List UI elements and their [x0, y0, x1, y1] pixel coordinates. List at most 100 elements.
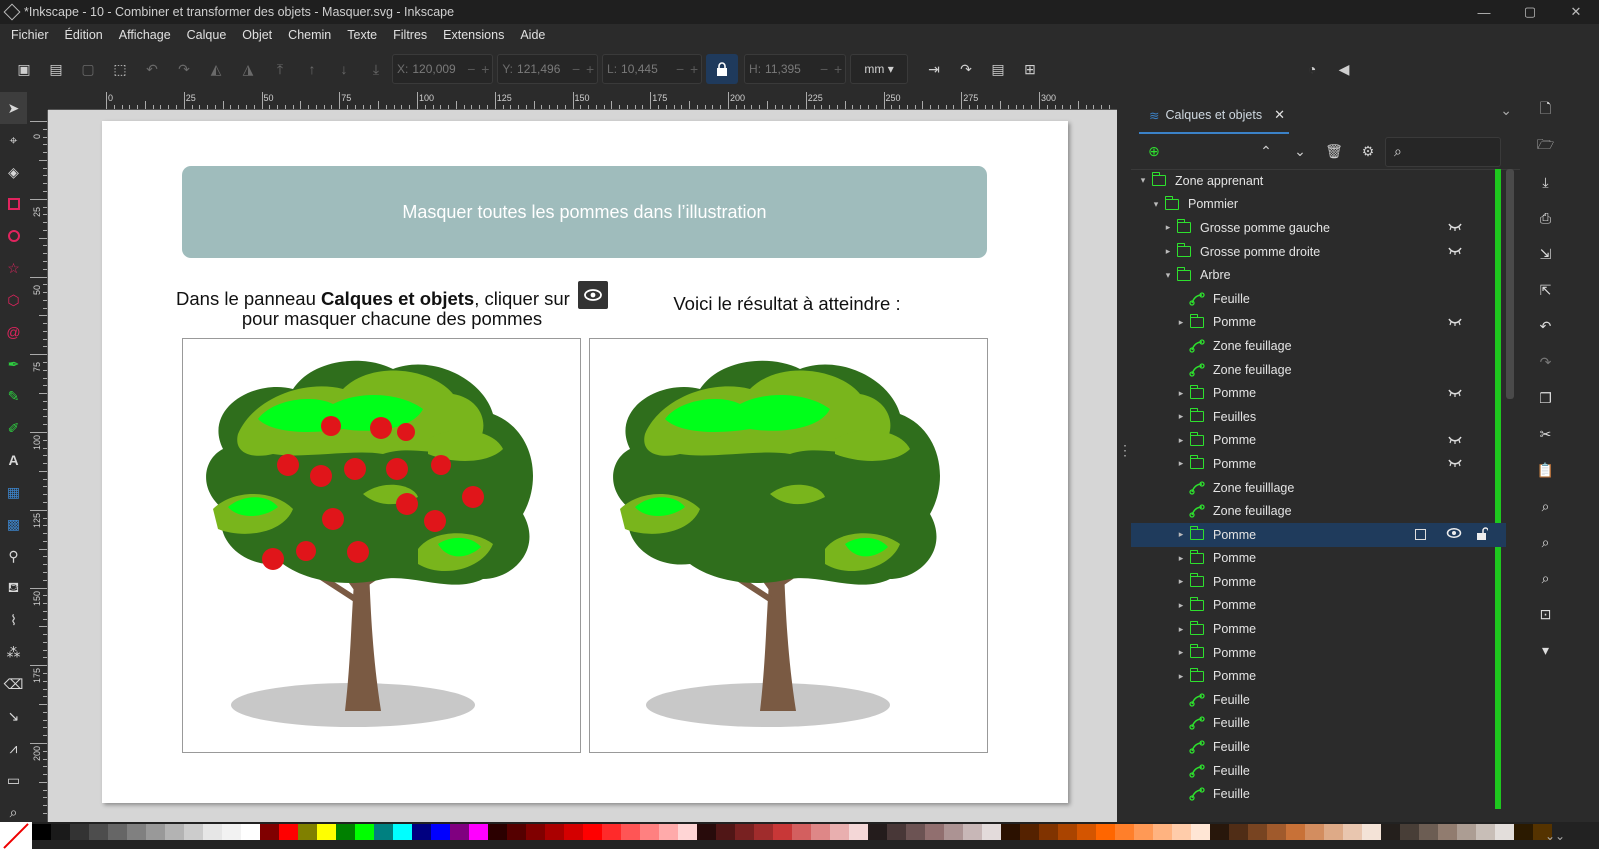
- delete-icon[interactable]: 🗑: [1317, 136, 1351, 168]
- layer-row[interactable]: ▸ Pomme: [1131, 429, 1506, 453]
- color-swatch[interactable]: [32, 824, 51, 840]
- color-swatch[interactable]: [1267, 824, 1286, 840]
- raise-icon[interactable]: ↑: [296, 53, 328, 85]
- color-swatch[interactable]: [887, 824, 906, 840]
- color-swatch[interactable]: [336, 824, 355, 840]
- color-swatch[interactable]: [298, 824, 317, 840]
- color-swatch[interactable]: [849, 824, 868, 840]
- color-swatch[interactable]: [602, 824, 621, 840]
- color-swatch[interactable]: [222, 824, 241, 840]
- selector-tool-icon[interactable]: ➤: [0, 92, 27, 124]
- height-increment-icon[interactable]: +: [831, 61, 845, 77]
- color-swatch[interactable]: [1286, 824, 1305, 840]
- menu-texte[interactable]: Texte: [339, 28, 385, 42]
- x-value[interactable]: 120,009: [412, 62, 464, 76]
- expand-arrow-icon[interactable]: ▸: [1162, 222, 1174, 233]
- lower-bottom-icon[interactable]: ⤓: [360, 53, 392, 85]
- color-swatch[interactable]: [1001, 824, 1020, 840]
- tweak-tool-icon[interactable]: ⌇: [0, 604, 27, 636]
- minimize-button[interactable]: —: [1461, 0, 1507, 24]
- path-row[interactable]: Zone feuilllage: [1131, 476, 1506, 500]
- zoom-page-icon[interactable]: ⌕: [1528, 560, 1563, 596]
- snap-toggle-icon[interactable]: ◔: [1296, 53, 1328, 85]
- color-swatch[interactable]: [507, 824, 526, 840]
- color-swatch[interactable]: [355, 824, 374, 840]
- open-document-icon[interactable]: 🗁: [1528, 128, 1563, 164]
- color-swatch[interactable]: [526, 824, 545, 840]
- menu-chemin[interactable]: Chemin: [280, 28, 339, 42]
- maximize-button[interactable]: ▢: [1507, 0, 1553, 24]
- expand-arrow-icon[interactable]: ▾: [1137, 175, 1149, 186]
- color-swatch[interactable]: [564, 824, 583, 840]
- color-swatch[interactable]: [830, 824, 849, 840]
- expand-arrow-icon[interactable]: ▾: [1150, 199, 1162, 210]
- undo-icon[interactable]: ↶: [1528, 308, 1563, 344]
- eraser-tool-icon[interactable]: ⌫: [0, 668, 27, 700]
- color-swatch[interactable]: [868, 824, 887, 840]
- canvas[interactable]: Masquer toutes les pommes dans l’illustr…: [48, 110, 1118, 822]
- menu-extensions[interactable]: Extensions: [435, 28, 512, 42]
- color-swatch[interactable]: [1476, 824, 1495, 840]
- x-field[interactable]: X: 120,009 − +: [392, 54, 494, 84]
- print-icon[interactable]: ⎙: [1528, 200, 1563, 236]
- hidden-eye-icon[interactable]: [1448, 434, 1462, 447]
- x-decrement-icon[interactable]: −: [464, 61, 478, 77]
- color-swatch[interactable]: [165, 824, 184, 840]
- layer-row[interactable]: ▸ Pomme: [1131, 311, 1506, 335]
- color-swatch[interactable]: [1457, 824, 1476, 840]
- color-swatch[interactable]: [260, 824, 279, 840]
- paste-icon[interactable]: 📋: [1528, 452, 1563, 488]
- scale-corners-icon[interactable]: ↷: [950, 53, 982, 85]
- color-swatch[interactable]: [1362, 824, 1381, 840]
- zoom-drawing-icon[interactable]: ⌕: [1528, 524, 1563, 560]
- color-swatch[interactable]: [374, 824, 393, 840]
- color-swatch[interactable]: [469, 824, 488, 840]
- node-tool-icon[interactable]: ⌖: [0, 124, 27, 156]
- color-swatch[interactable]: [1096, 824, 1115, 840]
- flip-horizontal-icon[interactable]: ◭: [200, 53, 232, 85]
- panel-menu-chevron-icon[interactable]: ⌄: [1500, 102, 1512, 119]
- color-swatch[interactable]: [792, 824, 811, 840]
- color-swatch[interactable]: [1153, 824, 1172, 840]
- hidden-eye-icon[interactable]: [1448, 316, 1462, 329]
- path-row[interactable]: Feuille: [1131, 688, 1506, 712]
- color-swatch[interactable]: [146, 824, 165, 840]
- search-input[interactable]: ⌕: [1385, 136, 1501, 167]
- color-swatch[interactable]: [1438, 824, 1457, 840]
- layer-row[interactable]: ▸ Feuilles: [1131, 405, 1506, 429]
- palette-chevron-icon[interactable]: ⌄⌄: [1545, 829, 1583, 843]
- color-swatch[interactable]: [621, 824, 640, 840]
- color-swatch[interactable]: [1039, 824, 1058, 840]
- layer-row[interactable]: ▸ Pomme: [1131, 617, 1506, 641]
- color-swatch[interactable]: [1343, 824, 1362, 840]
- cut-icon[interactable]: ✂: [1528, 416, 1563, 452]
- select-same-icon[interactable]: ⬚: [104, 53, 136, 85]
- color-swatch[interactable]: [925, 824, 944, 840]
- color-swatch[interactable]: [659, 824, 678, 840]
- menu-fichier[interactable]: Fichier: [3, 28, 57, 42]
- deselect-icon[interactable]: ▢: [72, 53, 104, 85]
- shape-builder-tool-icon[interactable]: ◈: [0, 156, 27, 188]
- path-row[interactable]: Zone feuillage: [1131, 358, 1506, 382]
- layer-row[interactable]: ▾ Arbre: [1131, 263, 1506, 287]
- layer-row[interactable]: ▸ Grosse pomme gauche: [1131, 216, 1506, 240]
- expand-arrow-icon[interactable]: ▸: [1175, 671, 1187, 682]
- color-swatch[interactable]: [944, 824, 963, 840]
- layer-row[interactable]: ▸ Pomme: [1131, 664, 1506, 688]
- unit-select[interactable]: mm ▾: [850, 54, 909, 84]
- color-swatch[interactable]: [241, 824, 260, 840]
- color-swatch[interactable]: [108, 824, 127, 840]
- y-decrement-icon[interactable]: −: [569, 61, 583, 77]
- new-document-icon[interactable]: 🗋: [1528, 92, 1563, 128]
- add-layer-icon[interactable]: ⊕: [1137, 136, 1171, 168]
- color-swatch[interactable]: [735, 824, 754, 840]
- color-swatch[interactable]: [982, 824, 1001, 840]
- color-swatch[interactable]: [1172, 824, 1191, 840]
- path-row[interactable]: Feuille: [1131, 782, 1506, 806]
- expand-arrow-icon[interactable]: ▸: [1175, 458, 1187, 469]
- expand-arrow-icon[interactable]: ▸: [1175, 411, 1187, 422]
- color-swatch[interactable]: [1248, 824, 1267, 840]
- unlock-icon[interactable]: [1476, 526, 1489, 543]
- export-icon[interactable]: ⇱: [1528, 272, 1563, 308]
- gradient-tool-icon[interactable]: ▦: [0, 476, 27, 508]
